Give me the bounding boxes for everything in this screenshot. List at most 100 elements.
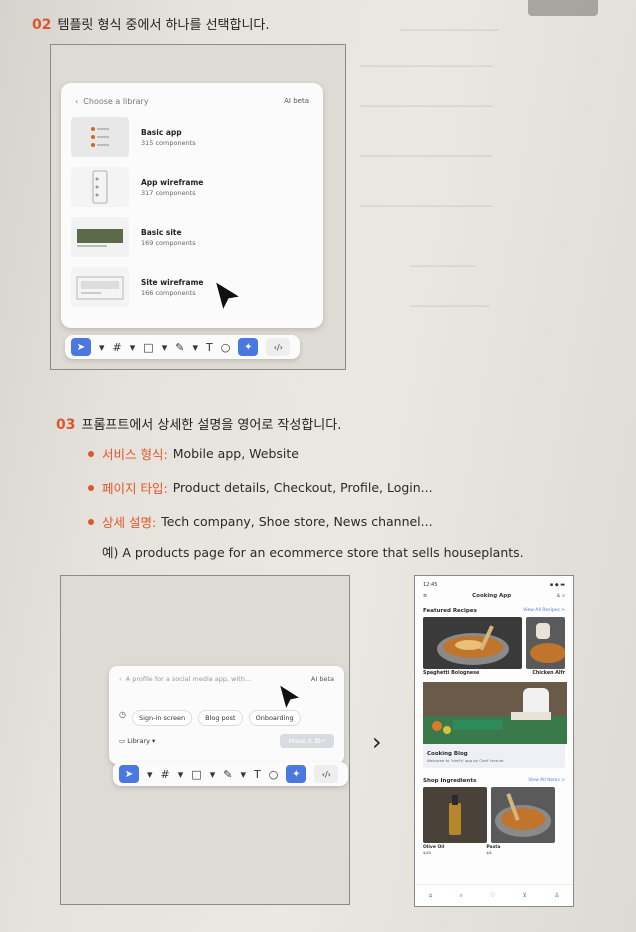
library-name: App wireframe	[141, 177, 204, 187]
prompt-input[interactable]: ‹ A profile for a social media app, with…	[119, 675, 251, 683]
library-panel: ‹ Choose a library AI beta Basic app 315…	[61, 83, 323, 328]
shape-tool-icon[interactable]: □	[143, 341, 153, 354]
prompt-panel: ‹ A profile for a social media app, with…	[109, 666, 344, 764]
shape-tool-icon[interactable]: □	[191, 768, 201, 781]
step-number: 03	[56, 417, 76, 433]
ai-tool-icon[interactable]: ✦	[286, 765, 307, 783]
recipe-name: Spaghetti Bolognese	[423, 671, 480, 676]
ingredients-link[interactable]: View All Items >	[528, 778, 565, 784]
recipe-image-alfredo[interactable]	[526, 617, 565, 669]
bullet-label: 서비스 형식:	[102, 447, 168, 462]
product-image-olive-oil[interactable]	[423, 787, 487, 843]
library-item-basic-app[interactable]: Basic app 315 components	[61, 112, 323, 162]
comment-tool-icon[interactable]: ○	[269, 768, 279, 781]
step-number: 02	[32, 17, 52, 33]
make-button[interactable]: Make it ⌘↵	[280, 734, 334, 748]
bleed-text: ────────────	[410, 300, 490, 313]
bullet-value: Product details, Checkout, Profile, Logi…	[172, 480, 433, 495]
comment-tool-icon[interactable]: ○	[221, 341, 231, 354]
frame-tool-icon[interactable]: #	[161, 768, 170, 781]
bleed-text: ────────────────────	[360, 200, 493, 213]
library-name: Site wireframe	[141, 277, 204, 287]
library-name: Basic app	[141, 127, 182, 137]
library-screenshot: ‹ Choose a library AI beta Basic app 315…	[50, 44, 346, 370]
bullet-value: Tech company, Shoe store, News channel..…	[161, 514, 433, 529]
home-icon[interactable]: ⌂	[429, 892, 433, 899]
app-wireframe-thumb-icon	[92, 170, 108, 204]
library-dropdown[interactable]: ▭ Library ▾	[119, 737, 155, 745]
status-icons: ▪ ◆ ▬	[549, 582, 565, 588]
prompt-top: ‹ A profile for a social media app, with…	[109, 666, 344, 692]
heart-icon[interactable]: ♡	[490, 892, 495, 899]
pen-tool-icon[interactable]: ✎	[175, 341, 184, 354]
app-title: Cooking App	[472, 593, 512, 599]
bullet-value: Mobile app, Website	[172, 446, 299, 461]
figma-toolbar: ➤ ▾ # ▾ □ ▾ ✎ ▾ T ○ ✦ ‹/›	[113, 762, 349, 786]
move-tool-icon[interactable]: ➤	[119, 765, 139, 783]
back-label: Choose a library	[83, 97, 149, 106]
text-tool-icon[interactable]: T	[254, 768, 261, 781]
cursor-arrow-icon	[213, 279, 244, 313]
bullet-label: 상세 설명:	[102, 515, 157, 530]
profile-icon[interactable]: ♙	[554, 892, 559, 899]
ai-tool-icon[interactable]: ✦	[238, 338, 259, 356]
olive-oil-photo	[423, 787, 487, 843]
library-header: ‹ Choose a library AI beta	[61, 83, 323, 112]
basic-site-thumb-icon	[77, 229, 123, 247]
dev-mode-icon[interactable]: ‹/›	[266, 338, 291, 356]
step-description: 템플릿 형식 중에서 하나를 선택합니다.	[57, 18, 270, 33]
featured-link[interactable]: View All Recipes >	[523, 608, 565, 614]
generated-app-mockup: 12:45 ▪ ◆ ▬ ≡ Cooking App ♙ ⌕ Featured R…	[414, 575, 574, 907]
chip-blog-post[interactable]: Blog post	[198, 710, 243, 726]
library-item-app-wireframe[interactable]: App wireframe 317 components	[61, 162, 323, 212]
frame-tool-icon[interactable]: #	[113, 341, 122, 354]
bleed-text: ──────────	[410, 260, 477, 273]
bullet-page-type: 페이지 타입: Product details, Checkout, Profi…	[88, 478, 433, 497]
profile-search-icons[interactable]: ♙ ⌕	[556, 593, 565, 599]
product-price: $3	[486, 850, 492, 855]
pen-tool-icon[interactable]: ✎	[223, 768, 232, 781]
figma-toolbar: ➤ ▾ # ▾ □ ▾ ✎ ▾ T ○ ✦ ‹/›	[65, 335, 301, 359]
cart-icon[interactable]: ⊻	[523, 892, 527, 899]
product-price: $10	[423, 850, 431, 855]
app-nav-bar: ≡ Cooking App ♙ ⌕	[415, 590, 573, 602]
featured-section-header: Featured Recipes View All Recipes >	[415, 602, 573, 617]
product-image-pasta[interactable]	[491, 787, 555, 843]
blog-title: Cooking Blog	[427, 751, 468, 757]
step-03-heading: 03 프롬프트에서 상세한 설명을 영어로 작성합니다.	[56, 414, 341, 433]
product-row	[415, 787, 573, 843]
move-tool-icon[interactable]: ➤	[71, 338, 91, 356]
tab-bar: ⌂ ⌕ ♡ ⊻ ♙	[415, 884, 573, 906]
library-item-basic-site[interactable]: Basic site 169 components	[61, 212, 323, 262]
featured-heading: Featured Recipes	[423, 608, 477, 614]
library-item-site-wireframe[interactable]: Site wireframe 166 components	[61, 262, 323, 312]
status-bar: 12:45 ▪ ◆ ▬	[415, 576, 573, 590]
back-to-library[interactable]: ‹ Choose a library	[75, 97, 149, 106]
bleed-text: ────────────────────	[360, 60, 493, 73]
ai-beta-badge: AI beta	[310, 675, 334, 683]
ingredients-heading: Shop Ingredients	[423, 778, 477, 784]
blog-card[interactable]: Cooking Blog Welcome to 'chef's' app by …	[423, 682, 567, 768]
status-time: 12:45	[423, 582, 438, 588]
basic-app-thumb-icon	[91, 127, 109, 147]
blog-subtitle: Welcome to 'chef's' app by Chef' lecture	[427, 758, 504, 763]
menu-icon[interactable]: ≡	[423, 593, 427, 599]
search-icon[interactable]: ⌕	[460, 892, 463, 900]
chip-onboarding[interactable]: Onboarding	[248, 710, 301, 726]
dev-mode-icon[interactable]: ‹/›	[314, 765, 339, 783]
bullet-dot	[88, 484, 94, 491]
recipe-image-bolognese[interactable]	[423, 617, 523, 669]
chip-sign-in[interactable]: Sign-in screen	[131, 710, 193, 726]
bullet-dot	[88, 518, 94, 525]
recipe-row	[415, 617, 573, 669]
library-count: 315 components	[141, 138, 196, 147]
bleed-text: ───────────────	[400, 24, 500, 37]
suggestion-chips: ◷ Sign-in screen Blog post Onboarding	[109, 692, 344, 726]
recipe-name: Chicken Alfr	[532, 671, 565, 676]
app-wireframe-thumbnail	[71, 167, 129, 207]
basic-site-thumbnail	[71, 217, 129, 257]
library-count: 317 components	[141, 188, 196, 197]
text-tool-icon[interactable]: T	[206, 341, 213, 354]
site-wireframe-thumb-icon	[76, 276, 124, 300]
pasta-photo	[491, 787, 555, 843]
